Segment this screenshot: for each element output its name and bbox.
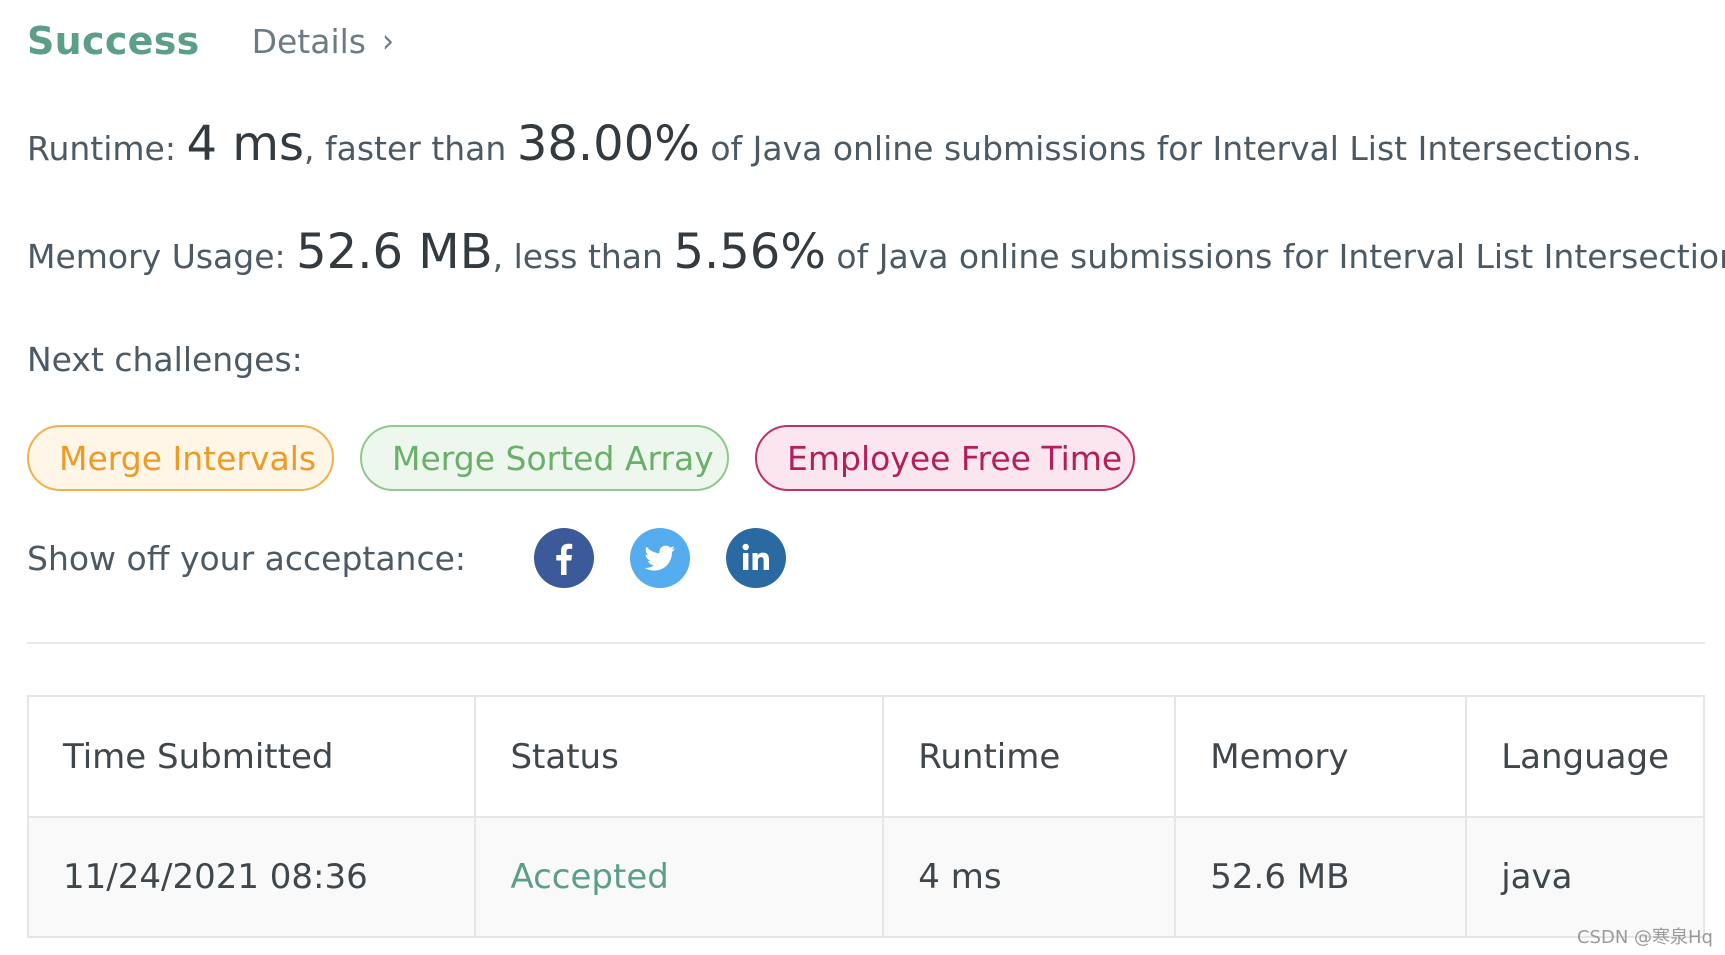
next-challenges-list: Merge Intervals Merge Sorted Array Emplo… [27, 425, 1135, 491]
cell-language: java [1465, 816, 1705, 938]
runtime-suffix: of Java online submissions for Interval … [699, 129, 1642, 168]
table-header-row: Time Submitted Status Runtime Memory Lan… [26, 695, 1705, 818]
details-label: Details [251, 21, 366, 61]
submission-result-page: Success Details › Runtime: 4 ms, faster … [0, 0, 1725, 955]
challenge-merge-sorted-array[interactable]: Merge Sorted Array [360, 425, 729, 491]
status-accepted-link[interactable]: Accepted [510, 857, 668, 897]
section-divider [27, 642, 1705, 644]
submissions-table: Time Submitted Status Runtime Memory Lan… [26, 695, 1705, 938]
runtime-summary: Runtime: 4 ms, faster than 38.00% of Jav… [27, 116, 1642, 172]
memory-label: Memory Usage: [27, 237, 286, 276]
header-language: Language [1465, 695, 1705, 818]
cell-runtime: 4 ms [882, 816, 1177, 938]
cell-time-submitted: 11/24/2021 08:36 [26, 816, 477, 938]
challenge-employee-free-time[interactable]: Employee Free Time [755, 425, 1135, 491]
runtime-comparator: , faster than [304, 129, 517, 168]
memory-value: 52.6 MB [296, 224, 493, 280]
linkedin-icon[interactable] [726, 528, 787, 588]
runtime-percent: 38.00% [516, 116, 700, 172]
facebook-icon[interactable] [534, 528, 595, 588]
header-runtime: Runtime [882, 695, 1177, 818]
memory-summary: Memory Usage: 52.6 MB, less than 5.56% o… [27, 224, 1725, 280]
header-time-submitted: Time Submitted [26, 695, 477, 818]
share-label: Show off your acceptance: [27, 538, 467, 578]
result-header: Success Details › [27, 16, 394, 66]
details-link[interactable]: Details › [252, 22, 394, 61]
challenge-merge-intervals[interactable]: Merge Intervals [27, 425, 334, 491]
next-challenges-label: Next challenges: [27, 340, 303, 379]
runtime-value: 4 ms [186, 116, 305, 172]
header-status: Status [474, 695, 885, 818]
watermark: CSDN @寒泉Hq [1576, 927, 1713, 948]
header-memory: Memory [1174, 695, 1468, 818]
table-row: 11/24/2021 08:36 Accepted 4 ms 52.6 MB j… [26, 816, 1705, 938]
chevron-right-icon: › [382, 21, 394, 61]
cell-memory: 52.6 MB [1174, 816, 1468, 938]
twitter-icon[interactable] [630, 528, 691, 588]
result-status: Success [27, 19, 200, 63]
memory-percent: 5.56% [673, 224, 826, 280]
memory-comparator: , less than [492, 237, 674, 276]
share-row: Show off your acceptance: [27, 527, 822, 589]
cell-status: Accepted [474, 816, 885, 938]
runtime-label: Runtime: [27, 129, 176, 168]
memory-suffix: of Java online submissions for Interval … [825, 237, 1725, 276]
